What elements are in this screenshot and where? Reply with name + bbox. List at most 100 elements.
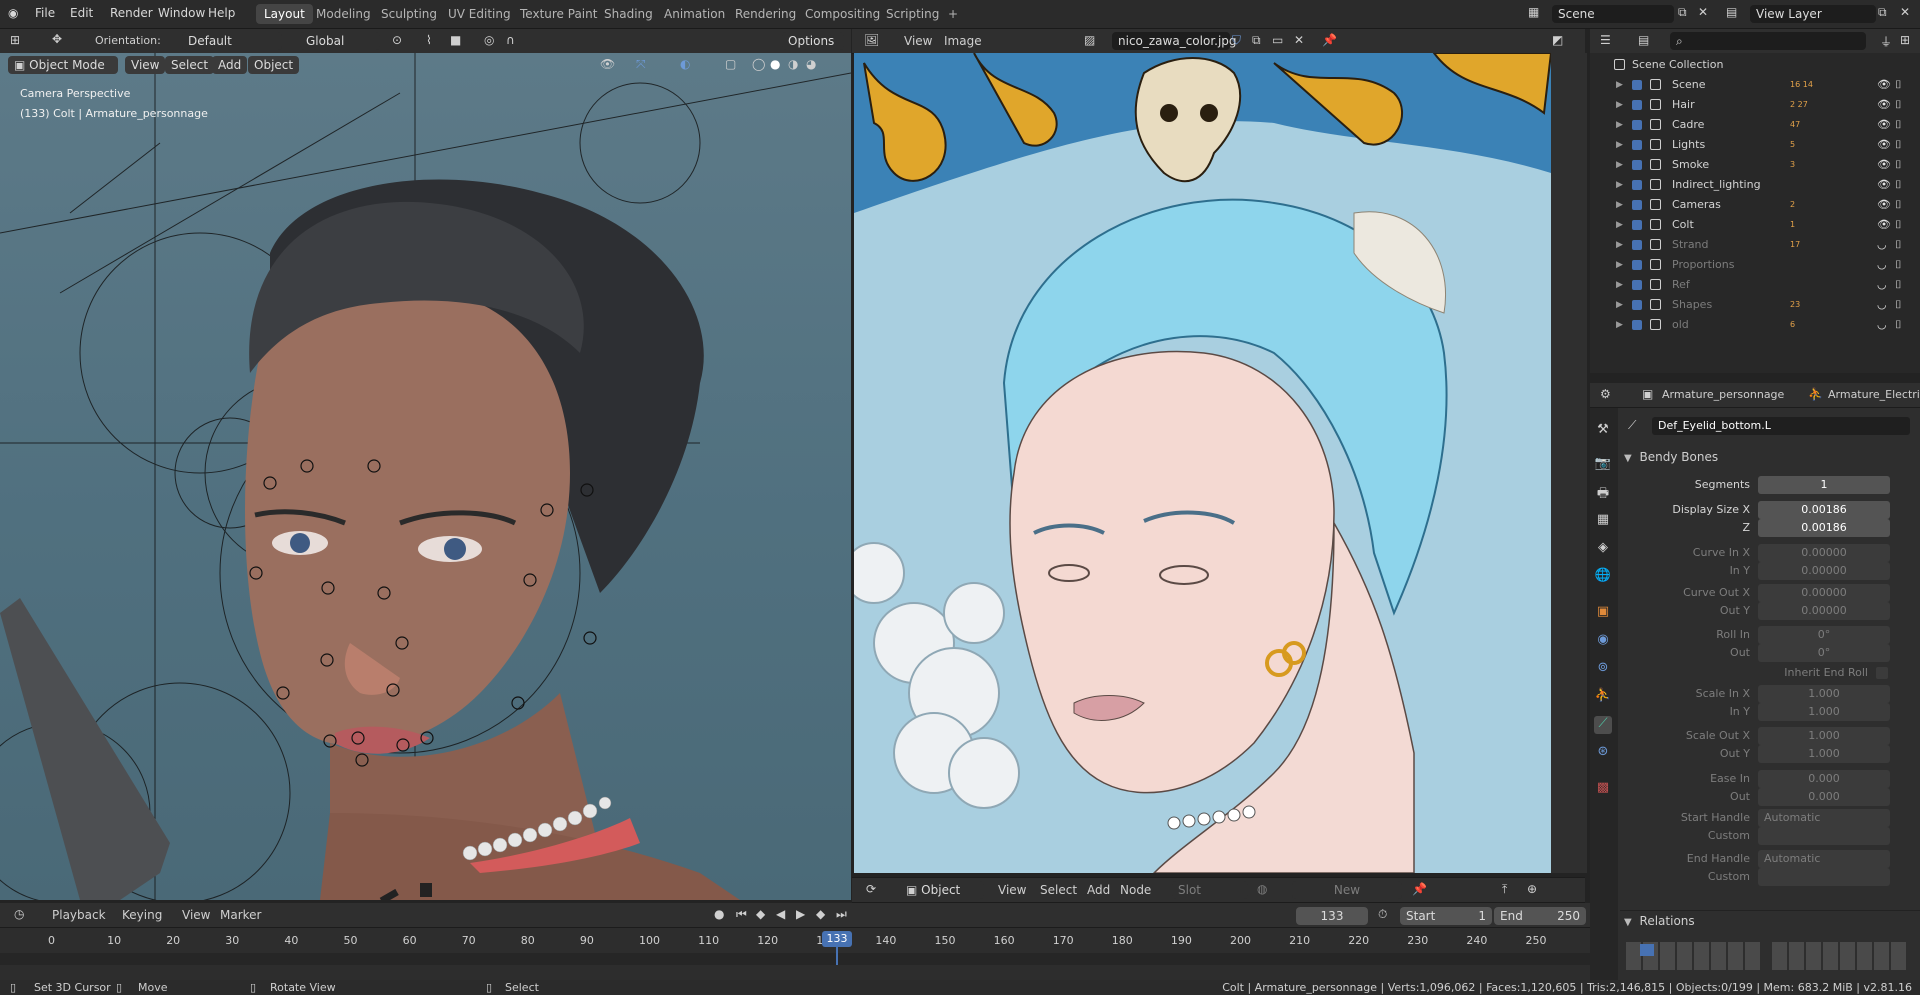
exclude-checkbox[interactable] bbox=[1632, 100, 1642, 110]
view-layer-selector[interactable]: View Layer bbox=[1750, 5, 1876, 23]
tab-animation[interactable]: Animation bbox=[656, 4, 733, 24]
property-value-field[interactable]: 1.000 bbox=[1758, 685, 1890, 703]
display-mode-icon[interactable]: ▤ bbox=[1638, 33, 1649, 47]
render-tab-icon[interactable]: 📷 bbox=[1594, 456, 1612, 474]
fake-user-icon[interactable]: ⛉ bbox=[1232, 33, 1241, 48]
property-value-field[interactable]: Automatic bbox=[1758, 850, 1890, 868]
viewport-menu-add[interactable]: Add bbox=[212, 56, 248, 74]
snap-icon[interactable]: ⌇ bbox=[426, 33, 432, 47]
new-material-button[interactable]: New bbox=[1292, 881, 1402, 899]
timeline-menu-keying[interactable]: Keying bbox=[122, 908, 162, 922]
node-object-dropdown[interactable]: ▣ Object bbox=[900, 881, 984, 899]
property-value-field[interactable]: 0.000 bbox=[1758, 770, 1890, 788]
outliner-collection-row[interactable]: ▶ Hair 2 27 👁 ⌷ bbox=[1590, 95, 1920, 115]
node-menu-node[interactable]: Node bbox=[1120, 883, 1151, 897]
eye-icon[interactable]: 👁 bbox=[1877, 155, 1891, 175]
menu-file[interactable]: File bbox=[35, 6, 55, 20]
expand-arrow-icon[interactable]: ▶ bbox=[1616, 75, 1623, 95]
render-camera-icon[interactable]: ⌷ bbox=[1895, 75, 1902, 95]
visibility-icon[interactable]: 👁 bbox=[600, 57, 615, 71]
viewport-menu-select[interactable]: Select bbox=[165, 56, 215, 74]
overlay-icon[interactable]: ◐ bbox=[680, 57, 690, 71]
scene-selector[interactable]: Scene bbox=[1552, 5, 1674, 23]
render-camera-icon[interactable]: ⌷ bbox=[1895, 315, 1902, 335]
proportional-edit-icon[interactable]: ◎ bbox=[484, 33, 494, 47]
render-camera-icon[interactable]: ⌷ bbox=[1895, 195, 1902, 215]
property-value-field[interactable]: 1.000 bbox=[1758, 727, 1890, 745]
exclude-checkbox[interactable] bbox=[1632, 180, 1642, 190]
expand-arrow-icon[interactable]: ▶ bbox=[1616, 155, 1623, 175]
outliner-collection-row[interactable]: ▶ Strand 17 ◡ ⌷ bbox=[1590, 235, 1920, 255]
filter-icon[interactable]: ⏚ bbox=[1880, 33, 1892, 50]
wireframe-shading-icon[interactable]: ◯ bbox=[752, 57, 765, 71]
expand-arrow-icon[interactable]: ▶ bbox=[1616, 195, 1623, 215]
render-camera-icon[interactable]: ⌷ bbox=[1895, 95, 1902, 115]
outliner-search-input[interactable]: ⌕ bbox=[1670, 32, 1866, 50]
outliner-collection-row[interactable]: ▶ Ref ◡ ⌷ bbox=[1590, 275, 1920, 295]
falloff-icon[interactable]: ∩ bbox=[506, 33, 515, 47]
timeline-menu-marker[interactable]: Marker bbox=[220, 908, 261, 922]
material-shading-icon[interactable]: ◑ bbox=[788, 57, 798, 71]
unlink-image-icon[interactable]: ✕ bbox=[1294, 33, 1304, 47]
jump-start-icon[interactable]: ⏮ bbox=[736, 907, 747, 922]
eye-icon[interactable]: 👁 bbox=[1877, 175, 1891, 195]
constraint-tab-icon[interactable]: ⊚ bbox=[1594, 660, 1612, 678]
solid-shading-icon[interactable]: ● bbox=[770, 57, 780, 71]
eye-icon[interactable]: 👁 bbox=[1877, 195, 1891, 215]
property-value-field[interactable]: 0° bbox=[1758, 626, 1890, 644]
exclude-checkbox[interactable] bbox=[1632, 80, 1642, 90]
outliner-collection-row[interactable]: ▶ Shapes 23 ◡ ⌷ bbox=[1590, 295, 1920, 315]
render-camera-icon[interactable]: ⌷ bbox=[1895, 135, 1902, 155]
tab-layout[interactable]: Layout bbox=[256, 4, 313, 24]
tab-shading[interactable]: Shading bbox=[596, 4, 661, 24]
gizmo-icon[interactable]: ⤧ bbox=[636, 57, 646, 72]
end-frame-field[interactable]: End 250 bbox=[1494, 907, 1586, 925]
pin-icon[interactable]: 📌 bbox=[1322, 33, 1337, 47]
tab-texture-paint[interactable]: Texture Paint bbox=[512, 4, 605, 24]
render-camera-icon[interactable]: ⌷ bbox=[1895, 275, 1902, 295]
slot-dropdown[interactable]: Slot bbox=[1172, 881, 1248, 899]
render-camera-icon[interactable]: ⌷ bbox=[1895, 235, 1902, 255]
new-scene-icon[interactable]: ⧉ bbox=[1678, 5, 1687, 20]
active-bone-layer[interactable] bbox=[1640, 944, 1654, 956]
property-value-field[interactable]: 0.00186 bbox=[1758, 519, 1890, 537]
exclude-checkbox[interactable] bbox=[1632, 140, 1642, 150]
render-camera-icon[interactable]: ⌷ bbox=[1895, 115, 1902, 135]
image-editor[interactable] bbox=[854, 53, 1551, 873]
new-collection-icon[interactable]: ⊞ bbox=[1900, 33, 1910, 47]
property-value-field[interactable] bbox=[1758, 827, 1890, 845]
property-value-field[interactable]: 0.00000 bbox=[1758, 602, 1890, 620]
viewport-menu-view[interactable]: View bbox=[125, 56, 166, 74]
image-browse-icon[interactable]: ▨ bbox=[1084, 33, 1095, 47]
snap-node-icon[interactable]: ⊕ bbox=[1527, 882, 1537, 896]
expand-arrow-icon[interactable]: ▶ bbox=[1616, 235, 1623, 255]
timeline-track[interactable] bbox=[0, 953, 1590, 965]
3d-viewport[interactable]: ▣ Object Mode View Select Add Object 👁 ⤧… bbox=[0, 53, 851, 900]
blender-logo-icon[interactable]: ◉ bbox=[8, 6, 18, 20]
render-camera-icon[interactable]: ⌷ bbox=[1895, 155, 1902, 175]
property-value-field[interactable]: 1 bbox=[1758, 476, 1890, 494]
add-workspace-button[interactable]: + bbox=[940, 4, 966, 24]
scene-collection-row[interactable]: Scene Collection bbox=[1590, 55, 1920, 75]
xray-icon[interactable]: ▢ bbox=[725, 57, 736, 71]
outliner-collection-row[interactable]: ▶ old 6 ◡ ⌷ bbox=[1590, 315, 1920, 335]
outliner-collection-row[interactable]: ▶ Colt 1 👁 ⌷ bbox=[1590, 215, 1920, 235]
eye-closed-icon[interactable]: ◡ bbox=[1877, 295, 1887, 315]
expand-arrow-icon[interactable]: ▶ bbox=[1616, 295, 1623, 315]
exclude-checkbox[interactable] bbox=[1632, 240, 1642, 250]
display-channels-icon[interactable]: ◩ bbox=[1552, 33, 1563, 47]
outliner-collection-row[interactable]: ▶ Cameras 2 👁 ⌷ bbox=[1590, 195, 1920, 215]
new-image-icon[interactable]: ⧉ bbox=[1252, 33, 1261, 48]
menu-window[interactable]: Window bbox=[158, 6, 205, 20]
node-pin-icon[interactable]: 📌 bbox=[1412, 882, 1427, 896]
expand-arrow-icon[interactable]: ▶ bbox=[1616, 215, 1623, 235]
preview-range-icon[interactable]: ⏱ bbox=[1378, 907, 1387, 922]
node-editor-type-icon[interactable]: ⟳ bbox=[866, 882, 876, 896]
exclude-checkbox[interactable] bbox=[1632, 300, 1642, 310]
bendy-bones-panel-header[interactable]: ▼ Bendy Bones bbox=[1620, 447, 1920, 467]
exclude-checkbox[interactable] bbox=[1632, 260, 1642, 270]
play-icon[interactable]: ▶ bbox=[796, 907, 805, 921]
property-value-field[interactable]: 0° bbox=[1758, 644, 1890, 662]
move-tool-icon[interactable]: ✥ bbox=[52, 32, 62, 46]
properties-type-icon[interactable]: ⚙ bbox=[1600, 387, 1611, 401]
